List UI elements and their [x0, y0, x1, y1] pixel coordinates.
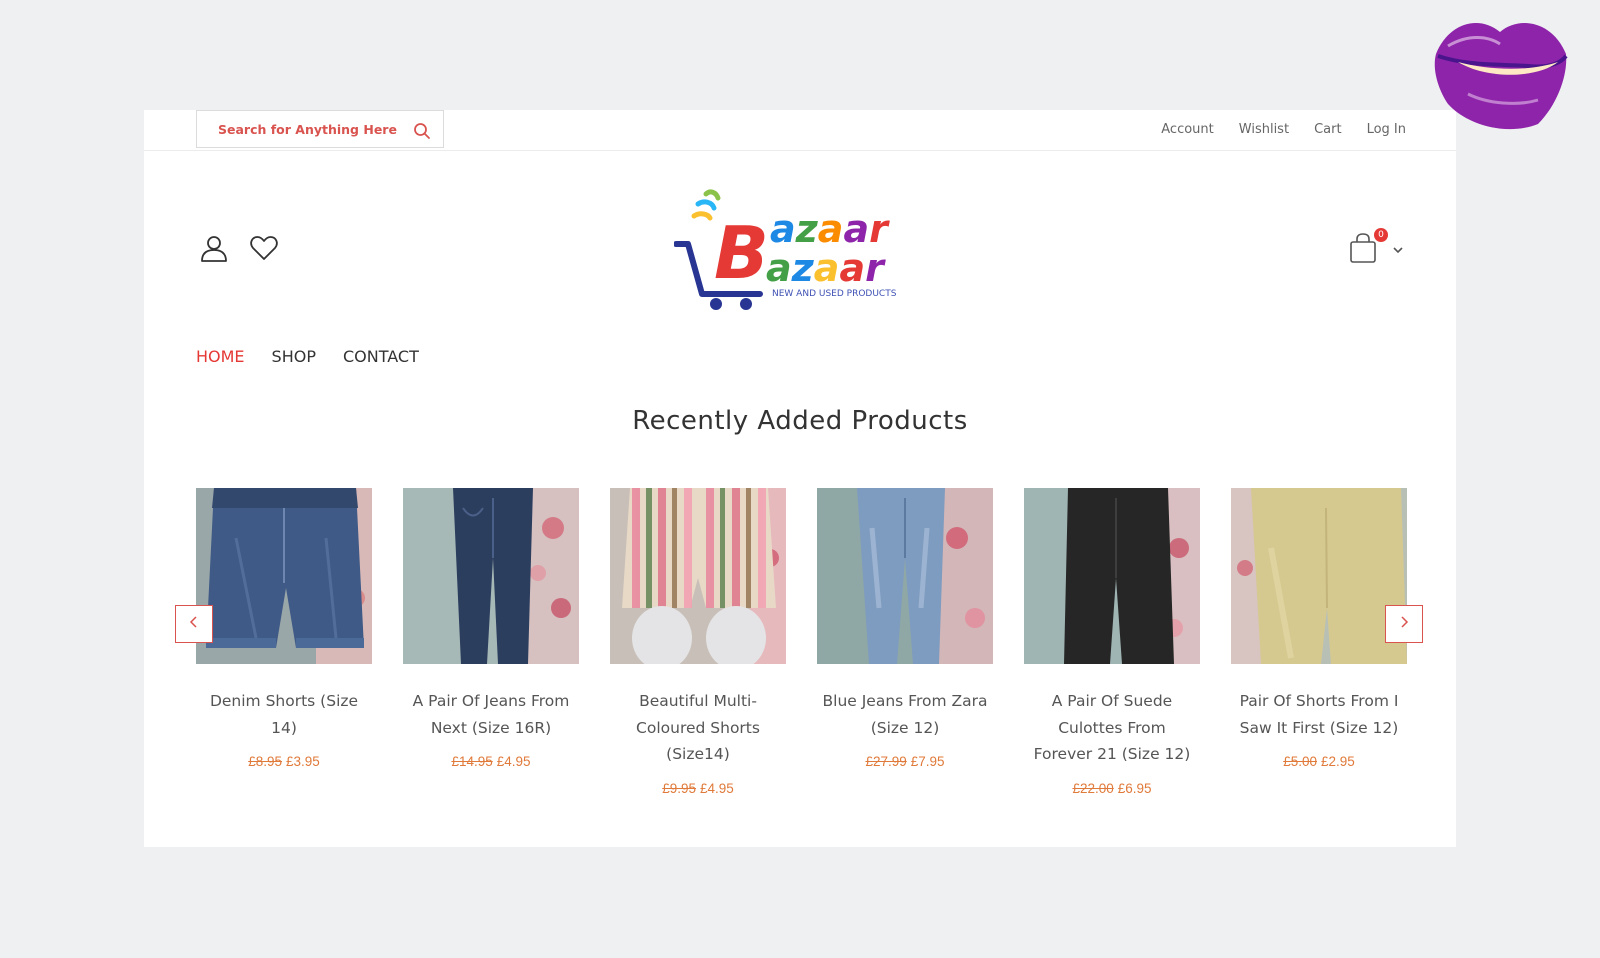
- sale-price: £2.95: [1321, 754, 1355, 769]
- product-name[interactable]: A Pair Of Jeans From Next (Size 16R): [403, 688, 579, 741]
- nav-home[interactable]: HOME: [196, 347, 245, 366]
- old-price: £22.00: [1072, 780, 1114, 796]
- product-carousel: Denim Shorts (Size 14) £8.95 £3.95 A Pair…: [196, 488, 1407, 796]
- product-image[interactable]: [196, 488, 372, 664]
- logo-tagline: NEW AND USED PRODUCTS: [772, 289, 897, 299]
- search-box: [196, 110, 444, 148]
- chevron-right-icon: [1399, 615, 1409, 634]
- lips-logo-badge: [1428, 14, 1574, 134]
- login-link[interactable]: Log In: [1367, 122, 1406, 137]
- product-name[interactable]: Pair Of Shorts From I Saw It First (Size…: [1231, 688, 1407, 741]
- product-image[interactable]: [817, 488, 993, 664]
- product-price: £9.95 £4.95: [610, 781, 786, 796]
- page-card: Account Wishlist Cart Log In B azaar: [144, 110, 1456, 847]
- product-name[interactable]: Denim Shorts (Size 14): [196, 688, 372, 741]
- product-price: £14.95 £4.95: [403, 754, 579, 769]
- sale-price: £4.95: [496, 754, 531, 769]
- account-link[interactable]: Account: [1161, 122, 1214, 137]
- product-name[interactable]: Blue Jeans From Zara (Size 12): [817, 688, 993, 741]
- search-input[interactable]: [218, 121, 408, 137]
- wishlist-link[interactable]: Wishlist: [1239, 122, 1289, 137]
- heart-icon[interactable]: [249, 233, 279, 263]
- product-name[interactable]: A Pair Of Suede Culottes From Forever 21…: [1024, 688, 1200, 768]
- old-price: £5.00: [1283, 754, 1317, 769]
- product-image[interactable]: [1024, 488, 1200, 664]
- bazaar-logo[interactable]: B azaar azaar NEW AND USED PRODUCTS: [673, 182, 934, 312]
- product-price: £5.00 £2.95: [1231, 754, 1407, 769]
- product-price: £8.95 £3.95: [196, 754, 372, 769]
- sale-price: £7.95: [910, 754, 945, 769]
- old-price: £9.95: [662, 780, 696, 796]
- chevron-down-icon[interactable]: [1392, 242, 1404, 254]
- product-image[interactable]: [1231, 488, 1407, 664]
- product-image[interactable]: [610, 488, 786, 664]
- user-icon[interactable]: [199, 233, 229, 263]
- carousel-prev-button[interactable]: [175, 605, 213, 643]
- cart-dropdown[interactable]: 0: [1348, 228, 1408, 268]
- sale-price: £3.95: [286, 754, 320, 769]
- cart-link[interactable]: Cart: [1314, 122, 1342, 137]
- top-bar: Account Wishlist Cart Log In: [144, 110, 1456, 151]
- carousel-next-button[interactable]: [1385, 605, 1423, 643]
- svg-text:B: B: [714, 211, 769, 295]
- chevron-left-icon: [189, 615, 199, 634]
- cart-count-badge: 0: [1374, 228, 1388, 242]
- sale-price: £4.95: [700, 780, 734, 796]
- old-price: £8.95: [248, 754, 282, 769]
- product-image[interactable]: [403, 488, 579, 664]
- product-card[interactable]: Blue Jeans From Zara (Size 12) £27.99 £7.…: [817, 488, 993, 796]
- header-icons: [199, 233, 279, 263]
- product-card[interactable]: A Pair Of Suede Culottes From Forever 21…: [1024, 488, 1200, 796]
- svg-text:azaar: azaar: [770, 207, 890, 251]
- search-icon[interactable]: [413, 122, 431, 140]
- nav-shop[interactable]: SHOP: [272, 347, 316, 366]
- sale-price: £6.95: [1117, 780, 1152, 796]
- old-price: £14.95: [451, 754, 493, 769]
- product-price: £22.00 £6.95: [1024, 781, 1200, 796]
- product-price: £27.99 £7.95: [817, 754, 993, 769]
- main-nav: HOME SHOP CONTACT: [196, 347, 419, 366]
- product-card[interactable]: Denim Shorts (Size 14) £8.95 £3.95: [196, 488, 372, 796]
- nav-contact[interactable]: CONTACT: [343, 347, 419, 366]
- svg-text:azaar: azaar: [766, 246, 886, 290]
- top-links: Account Wishlist Cart Log In: [1161, 110, 1406, 148]
- product-card[interactable]: Pair Of Shorts From I Saw It First (Size…: [1231, 488, 1407, 796]
- section-title: Recently Added Products: [632, 406, 968, 436]
- old-price: £27.99: [865, 754, 907, 769]
- product-card[interactable]: Beautiful Multi-Coloured Shorts (Size14)…: [610, 488, 786, 796]
- product-name[interactable]: Beautiful Multi-Coloured Shorts (Size14): [610, 688, 786, 768]
- product-card[interactable]: A Pair Of Jeans From Next (Size 16R) £14…: [403, 488, 579, 796]
